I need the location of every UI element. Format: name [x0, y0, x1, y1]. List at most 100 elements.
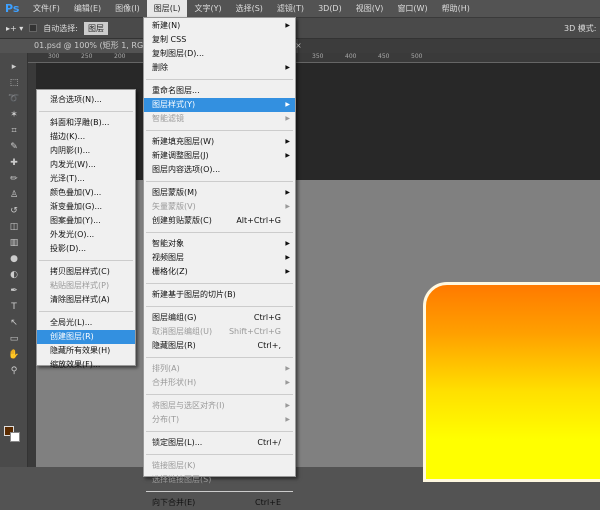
eyedropper-icon[interactable]: ✎: [0, 139, 28, 155]
shape-icon[interactable]: ▭: [0, 331, 28, 347]
move-tool-preset[interactable]: ▸+ ▾: [6, 24, 23, 33]
menu-item[interactable]: 锁定图层(L)... Ctrl+/: [144, 436, 295, 450]
menu-5[interactable]: 选择(S): [229, 0, 270, 17]
horizontal-ruler: 300250200100150200250300350400450500: [28, 53, 600, 63]
eraser-icon[interactable]: ◫: [0, 219, 28, 235]
rounded-rectangle-shape[interactable]: [423, 282, 600, 482]
menu-6[interactable]: 滤镜(T): [270, 0, 311, 17]
menu-separator: [146, 306, 293, 307]
menu-item[interactable]: 新建填充图层(W) ▶: [144, 135, 295, 149]
menu-item[interactable]: 复制图层(D)...: [144, 47, 295, 61]
menu-item[interactable]: 视频图层 ▶: [144, 251, 295, 265]
menu-item[interactable]: 清除图层样式(A): [37, 293, 135, 307]
menu-item[interactable]: 内阴影(I)...: [37, 144, 135, 158]
layer-menu: 新建(N) ▶ 复制 CSS 复制图层(D)... 删除 ▶ 重命名图层... 图层样式(Y)…: [143, 17, 296, 507]
dodge-icon[interactable]: ◐: [0, 267, 28, 283]
healing-icon[interactable]: ✚: [0, 155, 28, 171]
menu-item[interactable]: 删除 ▶: [144, 61, 295, 75]
menu-2[interactable]: 图像(I): [108, 0, 147, 17]
menu-10[interactable]: 帮助(H): [435, 0, 477, 17]
menu-item[interactable]: 粘贴图层样式(P): [37, 279, 135, 293]
menu-item[interactable]: 排列(A) ▶: [144, 362, 295, 376]
menu-item[interactable]: 图层内容选项(O)...: [144, 163, 295, 177]
menu-item[interactable]: 取消图层编组(U) Shift+Ctrl+G: [144, 325, 295, 339]
menu-item[interactable]: 颜色叠加(V)...: [37, 186, 135, 200]
auto-select-checkbox[interactable]: [29, 24, 38, 32]
menu-item[interactable]: 复制 CSS: [144, 33, 295, 47]
menu-4[interactable]: 文字(Y): [187, 0, 228, 17]
pen-icon[interactable]: ✒: [0, 283, 28, 299]
menu-item[interactable]: 创建图层(R): [37, 330, 135, 344]
menu-item[interactable]: 描边(K)...: [37, 130, 135, 144]
menu-item[interactable]: 选择链接图层(S): [144, 473, 295, 487]
menu-item[interactable]: 渐变叠加(G)...: [37, 200, 135, 214]
menu-item[interactable]: 图层编组(G) Ctrl+G: [144, 311, 295, 325]
menu-item[interactable]: 新建基于图层的切片(B): [144, 288, 295, 302]
menu-item-shortcut: Ctrl+,: [257, 341, 281, 350]
menu-item[interactable]: 新建调整图层(J) ▶: [144, 149, 295, 163]
menu-item[interactable]: 缩放效果(F)...: [37, 358, 135, 372]
crop-icon[interactable]: ⌗: [0, 123, 28, 139]
menu-item[interactable]: 外发光(O)...: [37, 228, 135, 242]
submenu-arrow-icon: ▶: [285, 115, 290, 122]
marquee-icon[interactable]: ⬚: [0, 75, 28, 91]
menu-item[interactable]: 混合选项(N)...: [37, 93, 135, 107]
submenu-arrow-icon: ▶: [285, 138, 290, 145]
background-color-swatch[interactable]: [10, 432, 20, 442]
hand-icon[interactable]: ✋: [0, 347, 28, 363]
blur-icon[interactable]: ●: [0, 251, 28, 267]
menu-item[interactable]: 光泽(T)...: [37, 172, 135, 186]
menu-item[interactable]: 隐藏所有效果(H): [37, 344, 135, 358]
menu-item[interactable]: 重命名图层...: [144, 84, 295, 98]
menu-item[interactable]: 智能滤镜 ▶: [144, 112, 295, 126]
submenu-arrow-icon: ▶: [285, 152, 290, 159]
submenu-arrow-icon: ▶: [285, 379, 290, 386]
menu-item-label: 矢量蒙版(V): [152, 202, 196, 211]
menu-item[interactable]: 矢量蒙版(V) ▶: [144, 200, 295, 214]
menu-item[interactable]: 将图层与选区对齐(I) ▶: [144, 399, 295, 413]
menu-item[interactable]: 内发光(W)...: [37, 158, 135, 172]
menu-3[interactable]: 图层(L): [146, 0, 188, 17]
menu-item[interactable]: 分布(T) ▶: [144, 413, 295, 427]
menu-item[interactable]: 拷贝图层样式(C): [37, 265, 135, 279]
type-icon[interactable]: T: [0, 299, 28, 315]
menu-7[interactable]: 3D(D): [311, 0, 349, 17]
menu-item-label: 智能滤镜: [152, 114, 184, 123]
auto-select-dropdown[interactable]: 图层: [83, 21, 108, 35]
zoom-icon[interactable]: ⚲: [0, 363, 28, 379]
menu-separator: [146, 431, 293, 432]
move-icon[interactable]: ▸: [0, 59, 28, 75]
menu-item[interactable]: 投影(D)...: [37, 242, 135, 256]
menu-0[interactable]: 文件(F): [26, 0, 67, 17]
submenu-arrow-icon: ▶: [285, 189, 290, 196]
menu-item[interactable]: 链接图层(K): [144, 459, 295, 473]
gradient-icon[interactable]: ▥: [0, 235, 28, 251]
menu-1[interactable]: 编辑(E): [67, 0, 108, 17]
menu-item[interactable]: 图案叠加(Y)...: [37, 214, 135, 228]
menu-8[interactable]: 视图(V): [349, 0, 391, 17]
menu-separator: [146, 394, 293, 395]
menu-item[interactable]: 新建(N) ▶: [144, 19, 295, 33]
menu-item[interactable]: 创建剪贴蒙版(C) Alt+Ctrl+G: [144, 214, 295, 228]
path-select-icon[interactable]: ↖: [0, 315, 28, 331]
history-brush-icon[interactable]: ↺: [0, 203, 28, 219]
tab-close-icon[interactable]: ×: [295, 39, 302, 53]
menu-item[interactable]: 图层蒙版(M) ▶: [144, 186, 295, 200]
menu-item-label: 新建调整图层(J): [152, 151, 209, 160]
menu-item[interactable]: 向下合并(E) Ctrl+E: [144, 496, 295, 510]
ruler-tick: 200: [114, 53, 126, 60]
menu-item[interactable]: 全局光(L)...: [37, 316, 135, 330]
brush-icon[interactable]: ✏: [0, 171, 28, 187]
stamp-icon[interactable]: ♙: [0, 187, 28, 203]
menu-9[interactable]: 窗口(W): [390, 0, 434, 17]
menu-item[interactable]: 合并形状(H) ▶: [144, 376, 295, 390]
lasso-icon[interactable]: ➰: [0, 91, 28, 107]
menu-item[interactable]: 栅格化(Z) ▶: [144, 265, 295, 279]
submenu-arrow-icon: ▶: [285, 365, 290, 372]
menu-item[interactable]: 图层样式(Y) ▶: [144, 98, 295, 112]
menu-item-shortcut: Shift+Ctrl+G: [228, 327, 281, 336]
menu-item[interactable]: 斜面和浮雕(B)...: [37, 116, 135, 130]
menu-item[interactable]: 智能对象 ▶: [144, 237, 295, 251]
magic-wand-icon[interactable]: ✶: [0, 107, 28, 123]
menu-item[interactable]: 隐藏图层(R) Ctrl+,: [144, 339, 295, 353]
